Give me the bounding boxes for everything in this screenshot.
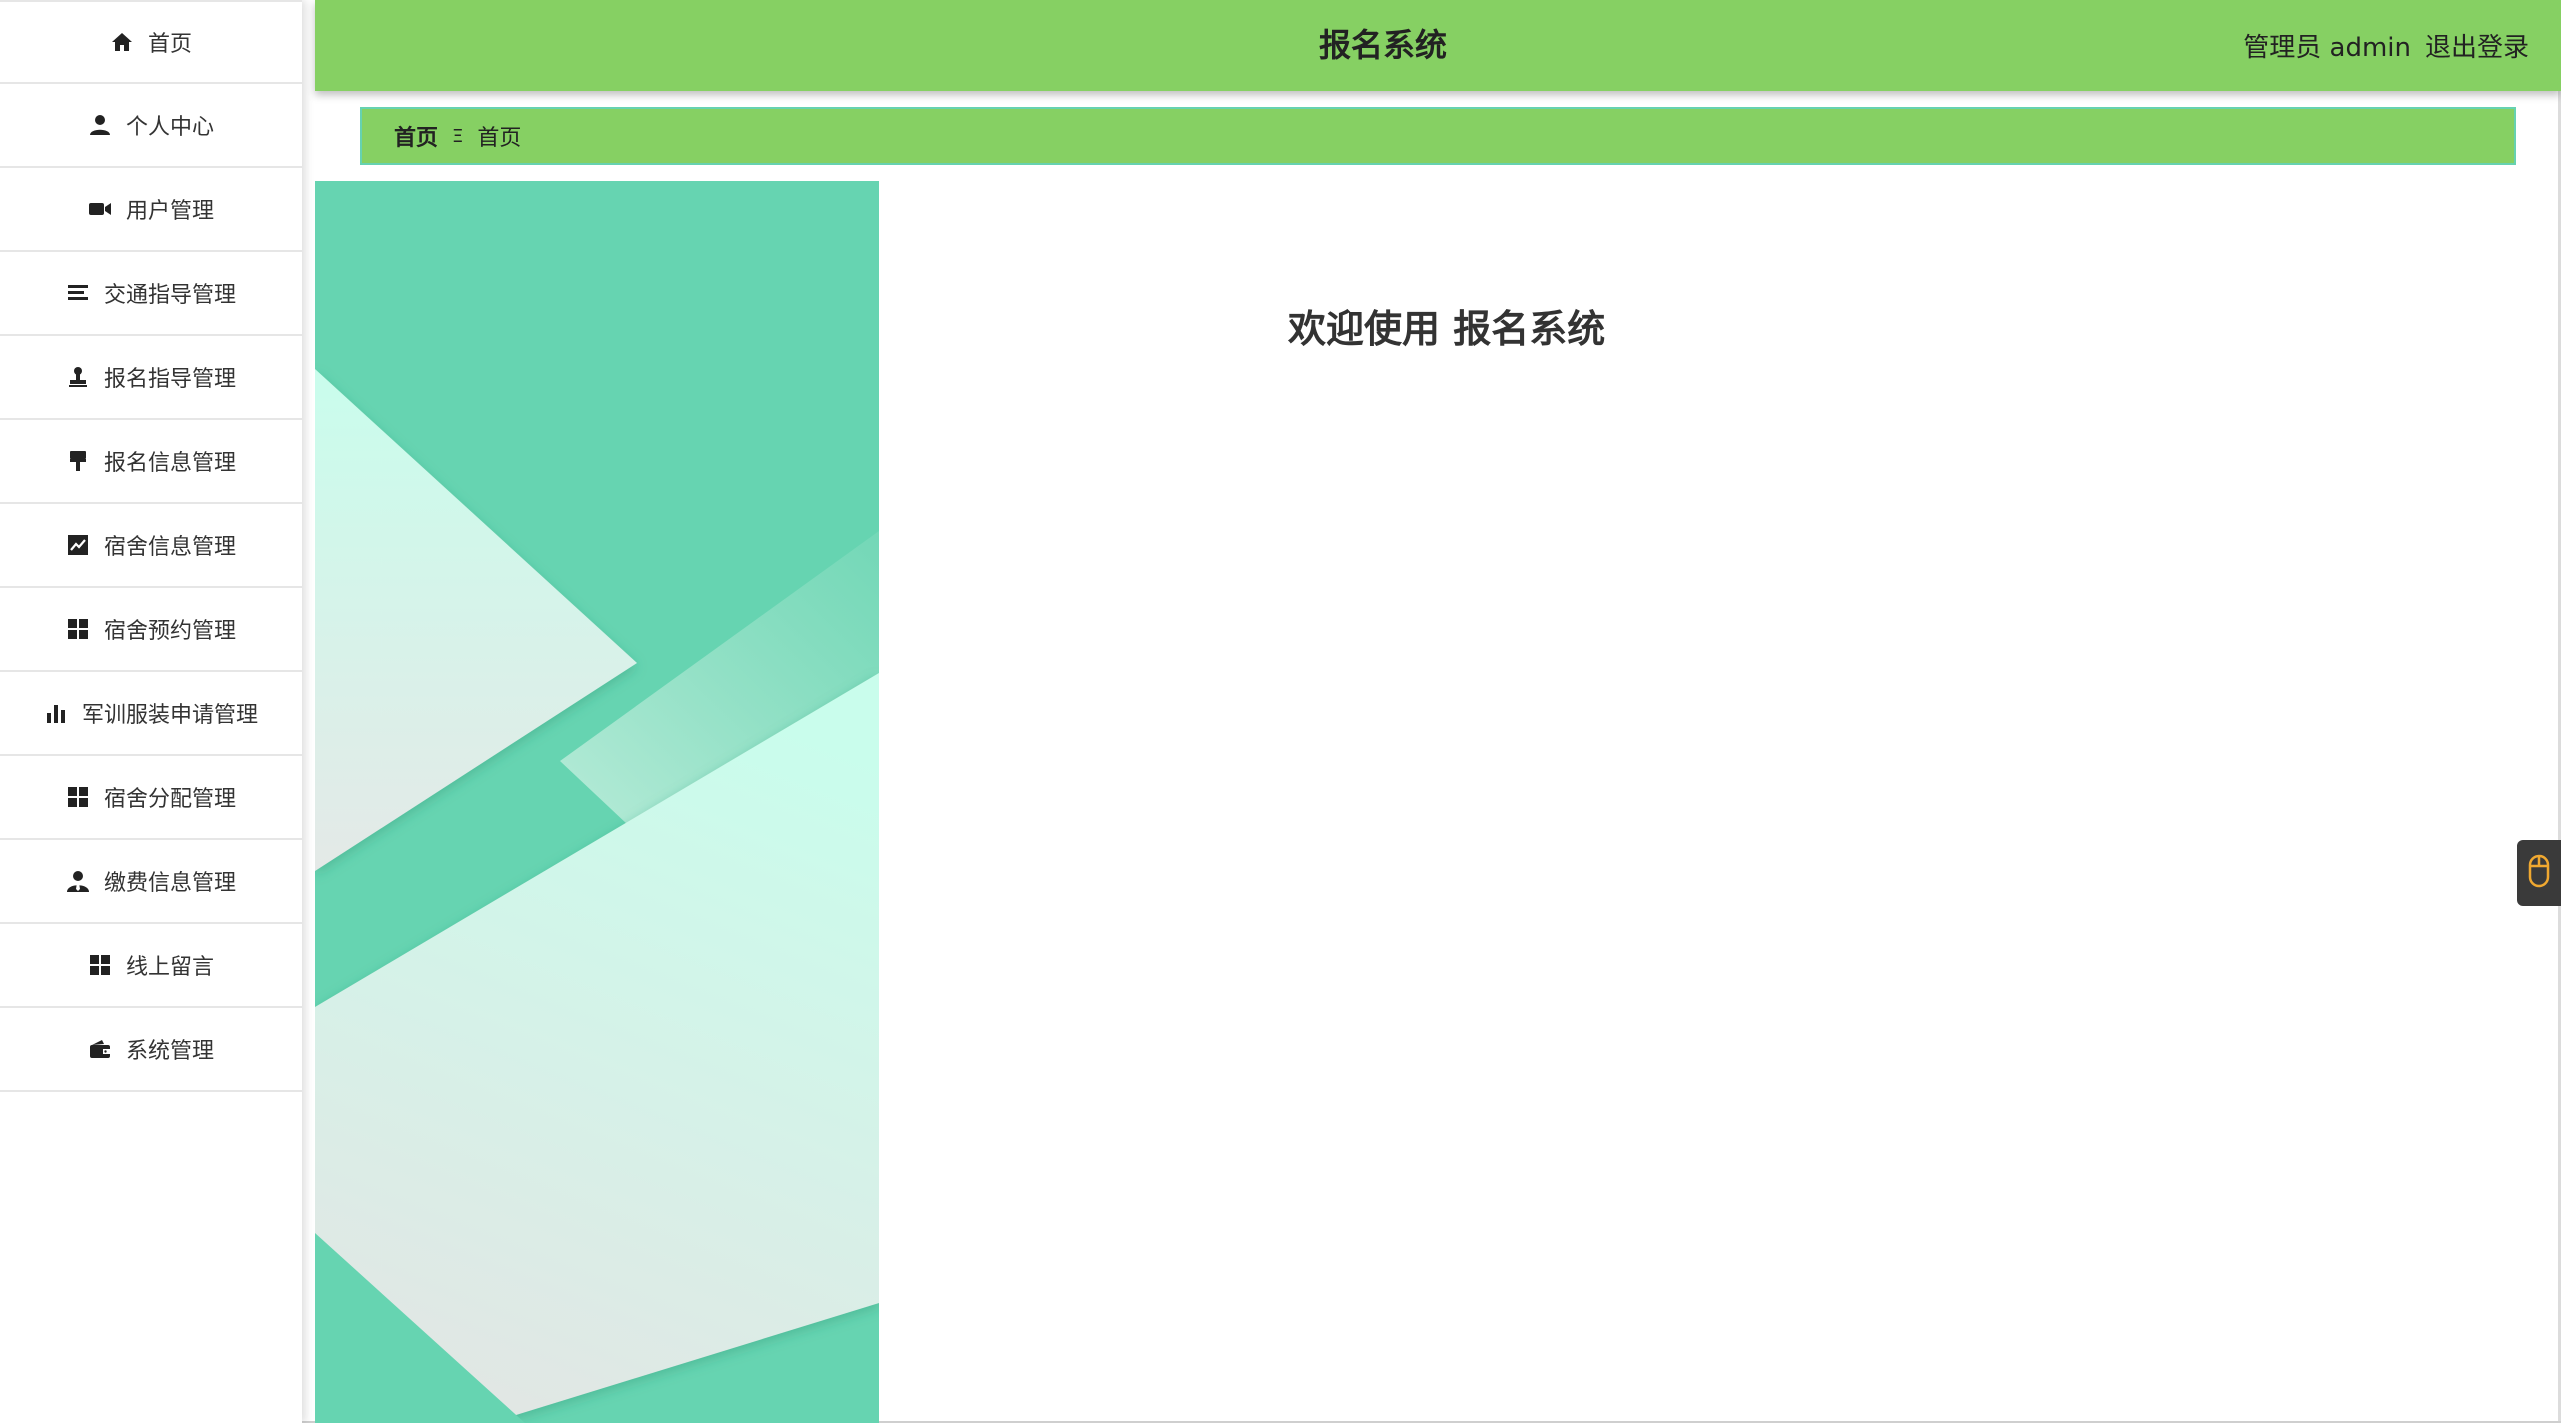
video-camera-icon [88, 197, 112, 221]
grid-icon [88, 953, 112, 977]
sidebar-item-dorm-info[interactable]: 宿舍信息管理 [0, 504, 302, 588]
sidebar-item-label: 宿舍预约管理 [103, 619, 236, 644]
logout-link[interactable]: 退出登录 [2425, 27, 2529, 64]
sidebar-item-label: 宿舍分配管理 [103, 787, 236, 812]
sidebar-item-label: 缴费信息管理 [103, 871, 236, 896]
top-header: 报名系统 管理员 admin 退出登录 [315, 0, 2561, 91]
sidebar-item-signup-guide[interactable]: 报名指导管理 [0, 336, 302, 420]
user-tie-icon [66, 869, 90, 893]
sidebar-item-label: 线上留言 [125, 955, 214, 980]
grid-icon [66, 617, 90, 641]
sidebar-item-payment-info[interactable]: 缴费信息管理 [0, 840, 302, 924]
sidebar-item-label: 系统管理 [125, 1039, 214, 1064]
sidebar-item-online-message[interactable]: 线上留言 [0, 924, 302, 1008]
breadcrumb: 首页 Ξ 首页 [360, 107, 2516, 165]
breadcrumb-current: 首页 [477, 126, 522, 151]
sidebar-item-label: 首页 [147, 32, 192, 57]
sidebar-item-label: 报名信息管理 [103, 451, 236, 476]
breadcrumb-home-link[interactable]: 首页 [394, 120, 438, 152]
current-user-label: 管理员 admin [2243, 33, 2411, 63]
sidebar-item-signup-info[interactable]: 报名信息管理 [0, 420, 302, 504]
sidebar-item-personal-center[interactable]: 个人中心 [0, 84, 302, 168]
sidebar: 首页 个人中心 用户管理 交通指导管理 报名指导管理 报名信息管理 宿舍信息管理… [0, 0, 302, 1423]
app-title: 报名系统 [1318, 26, 1447, 64]
home-icon [110, 30, 134, 54]
bar-chart-icon [44, 701, 68, 725]
breadcrumb-separator: Ξ [452, 125, 464, 147]
wallet-icon [88, 1037, 112, 1061]
sidebar-item-dorm-allocation[interactable]: 宿舍分配管理 [0, 756, 302, 840]
user-icon [88, 113, 112, 137]
stamp-icon [66, 365, 90, 389]
sidebar-item-user-management[interactable]: 用户管理 [0, 168, 302, 252]
line-chart-icon [66, 533, 90, 557]
sidebar-item-home[interactable]: 首页 [0, 0, 302, 84]
sidebar-item-label: 个人中心 [125, 115, 214, 140]
sidebar-item-uniform-application[interactable]: 军训服装申请管理 [0, 672, 302, 756]
sidebar-item-system-management[interactable]: 系统管理 [0, 1008, 302, 1092]
welcome-heading: 欢迎使用 报名系统 [1288, 307, 1606, 351]
floating-side-tab[interactable] [2517, 840, 2561, 906]
mouse-icon [2528, 854, 2550, 892]
sidebar-item-label: 交通指导管理 [103, 283, 236, 308]
paint-roller-icon [66, 449, 90, 473]
sidebar-item-label: 报名指导管理 [103, 367, 236, 392]
list-icon [66, 281, 90, 305]
decorative-banner [315, 181, 879, 1423]
sidebar-item-label: 军训服装申请管理 [81, 703, 258, 728]
grid-icon [66, 785, 90, 809]
sidebar-item-dorm-reservation[interactable]: 宿舍预约管理 [0, 588, 302, 672]
sidebar-item-label: 宿舍信息管理 [103, 535, 236, 560]
header-user-area: 管理员 admin 退出登录 [2243, 0, 2529, 91]
sidebar-item-label: 用户管理 [125, 199, 214, 224]
sidebar-item-traffic-guide[interactable]: 交通指导管理 [0, 252, 302, 336]
